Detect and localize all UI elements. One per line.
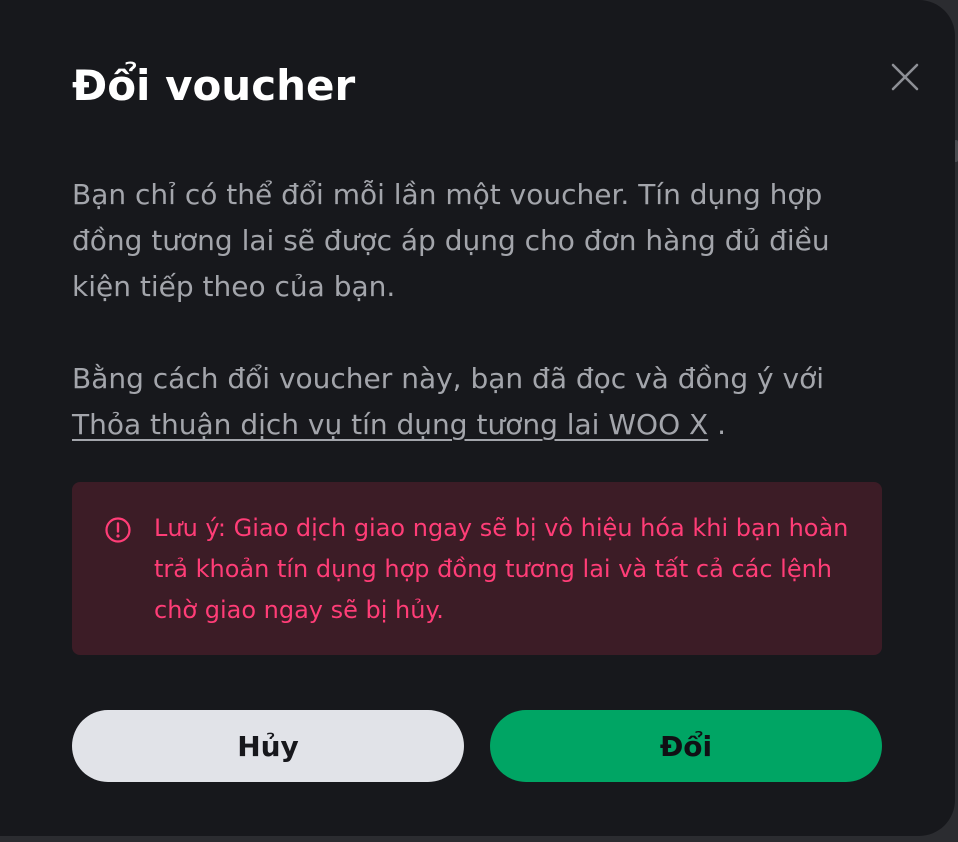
service-agreement-link[interactable]: Thỏa thuận dịch vụ tín dụng tương lai WO… [72, 408, 708, 441]
dialog-title: Đổi voucher [72, 61, 356, 110]
agreement-text: Bằng cách đổi voucher này, bạn đã đọc và… [72, 356, 872, 448]
dialog-description: Bạn chỉ có thể đổi mỗi lần một voucher. … [72, 178, 830, 303]
redeem-voucher-dialog: Đổi voucher Bạn chỉ có thể đổi mỗi lần m… [0, 0, 955, 836]
alert-circle-icon [104, 516, 132, 544]
cancel-button[interactable]: Hủy [72, 710, 464, 782]
agreement-prefix: Bằng cách đổi voucher này, bạn đã đọc và… [72, 362, 824, 395]
warning-text: Lưu ý: Giao dịch giao ngay sẽ bị vô hiệu… [154, 514, 849, 624]
agreement-suffix: . [717, 408, 727, 441]
close-icon [891, 63, 919, 91]
redeem-button[interactable]: Đổi [490, 710, 882, 782]
close-button[interactable] [884, 56, 926, 98]
warning-box: Lưu ý: Giao dịch giao ngay sẽ bị vô hiệu… [72, 482, 882, 655]
